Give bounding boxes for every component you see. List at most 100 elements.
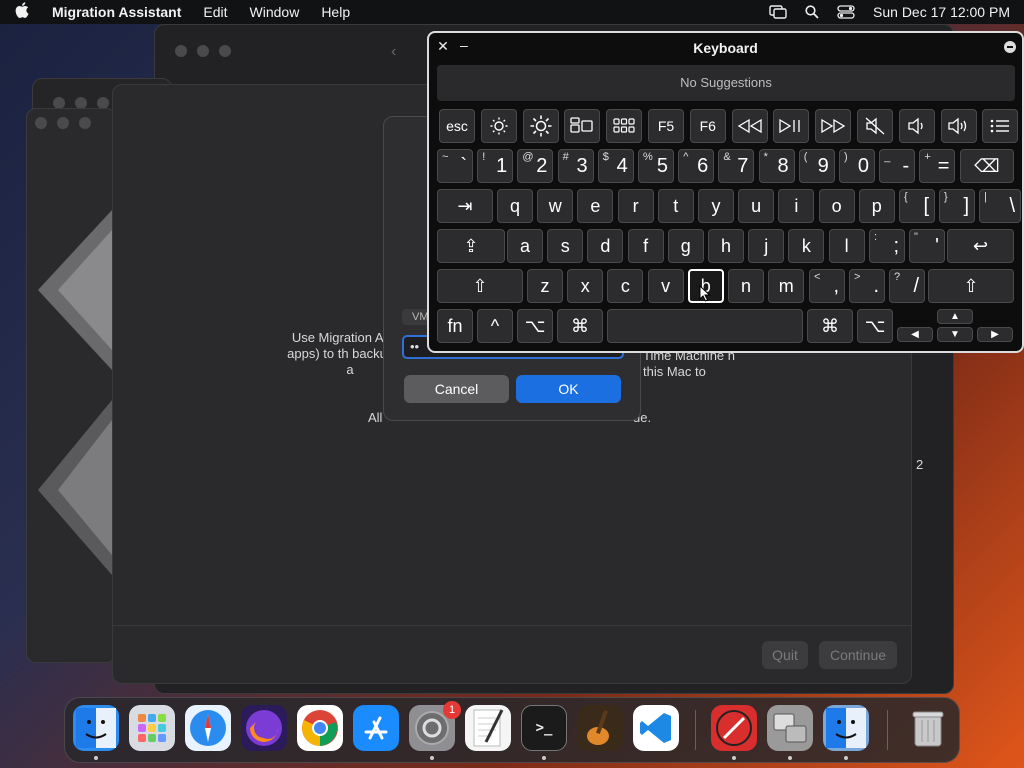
return-key[interactable]: ↩ xyxy=(947,229,1014,263)
brightness-up-key[interactable] xyxy=(522,109,559,143)
key-k[interactable]: k xyxy=(788,229,825,263)
key-c[interactable]: c xyxy=(607,269,644,303)
rewind-key[interactable] xyxy=(731,109,768,143)
option-key-left[interactable]: ⌥ xyxy=(517,309,553,343)
key-j[interactable]: j xyxy=(748,229,785,263)
caps-lock-key[interactable]: ⇪ xyxy=(437,229,505,263)
safari-dock-icon[interactable] xyxy=(185,705,231,751)
arrow-right-key[interactable]: ▶ xyxy=(977,327,1013,342)
mission-control-key[interactable] xyxy=(564,109,601,143)
key-z[interactable]: z xyxy=(527,269,563,303)
key-i[interactable]: i xyxy=(778,189,815,223)
key-8[interactable]: * 8 xyxy=(758,149,795,183)
key-n[interactable]: n xyxy=(728,269,764,303)
key-f[interactable]: f xyxy=(627,229,664,263)
key--[interactable]: _ - xyxy=(879,149,916,183)
fn-key[interactable]: fn xyxy=(437,309,473,343)
firefox-dock-icon[interactable] xyxy=(241,705,287,751)
key-0[interactable]: ) 0 xyxy=(839,149,875,183)
volume-down-key[interactable] xyxy=(898,109,935,143)
key-[[interactable]: {[ xyxy=(899,189,935,223)
app-name-menu[interactable]: Migration Assistant xyxy=(44,4,192,20)
textedit-dock-icon[interactable] xyxy=(465,705,511,751)
key-5[interactable]: % 5 xyxy=(638,149,674,183)
garageband-dock-icon[interactable] xyxy=(577,705,623,751)
brightness-down-key[interactable] xyxy=(480,109,517,143)
key-7[interactable]: & 7 xyxy=(718,149,755,183)
key-u[interactable]: u xyxy=(738,189,775,223)
key-o[interactable]: o xyxy=(818,189,855,223)
key-semicolon[interactable]: :; xyxy=(869,229,905,263)
key-f6[interactable]: F6 xyxy=(689,109,726,143)
vscode-dock-icon[interactable] xyxy=(633,705,679,751)
system-settings-dock-icon[interactable]: 1 xyxy=(409,701,461,751)
key-d[interactable]: d xyxy=(587,229,624,263)
key-s[interactable]: s xyxy=(547,229,584,263)
key-][interactable]: }] xyxy=(939,189,975,223)
key-backtick[interactable]: ~ ` xyxy=(437,149,473,183)
key-comma[interactable]: <, xyxy=(809,269,845,303)
control-center-icon[interactable] xyxy=(837,5,855,19)
arrow-up-key[interactable]: ▲ xyxy=(937,309,973,324)
key-backslash[interactable]: | \ xyxy=(979,189,1021,223)
key-esc[interactable]: esc xyxy=(439,109,475,143)
key-f5[interactable]: F5 xyxy=(648,109,684,143)
arrow-down-key[interactable]: ▼ xyxy=(937,327,973,342)
key-1[interactable]: ! 1 xyxy=(477,149,514,183)
finder-dock-icon[interactable] xyxy=(73,705,119,751)
volume-up-key[interactable] xyxy=(940,109,977,143)
key-3[interactable]: #3 xyxy=(557,149,594,183)
keyboard-titlebar[interactable]: ✕ – Keyboard xyxy=(429,33,1022,63)
app-store-dock-icon[interactable] xyxy=(353,705,399,751)
directory-utility-dock-icon[interactable] xyxy=(711,705,757,751)
cancel-button[interactable]: Cancel xyxy=(404,375,509,403)
key-l[interactable]: l xyxy=(828,229,865,263)
window-traffic-lights-3[interactable] xyxy=(35,117,91,129)
key-2[interactable]: @2 xyxy=(517,149,554,183)
menu-window[interactable]: Window xyxy=(239,4,311,20)
key-9[interactable]: (9 xyxy=(798,149,835,183)
key-e[interactable]: e xyxy=(577,189,614,223)
tab-key[interactable]: ⇥ xyxy=(437,189,493,223)
key-g[interactable]: g xyxy=(667,229,704,263)
mute-key[interactable] xyxy=(857,109,893,143)
key-t[interactable]: t xyxy=(657,189,694,223)
key-v[interactable]: v xyxy=(647,269,684,303)
options-icon[interactable] xyxy=(1004,41,1016,53)
launchpad-key[interactable] xyxy=(606,109,643,143)
key-w[interactable]: w xyxy=(537,189,574,223)
menu-help[interactable]: Help xyxy=(310,4,361,20)
space-key[interactable] xyxy=(607,309,803,343)
list-key[interactable] xyxy=(982,109,1019,143)
key-x[interactable]: x xyxy=(567,269,604,303)
key-6[interactable]: ^ 6 xyxy=(678,149,715,183)
delete-key[interactable]: ⌫ xyxy=(960,149,1014,183)
chrome-dock-icon[interactable] xyxy=(297,705,343,751)
menu-edit[interactable]: Edit xyxy=(192,4,238,20)
key-=[interactable]: + = xyxy=(919,149,956,183)
play-pause-key[interactable] xyxy=(773,109,810,143)
migration-assistant-dock-icon[interactable] xyxy=(767,705,813,751)
terminal-dock-icon[interactable]: >_ xyxy=(521,705,567,751)
key-slash[interactable]: ? / xyxy=(889,269,925,303)
trash-dock-icon[interactable] xyxy=(905,705,951,751)
key-y[interactable]: y xyxy=(698,189,734,223)
quit-button[interactable]: Quit xyxy=(762,641,808,669)
window-traffic-lights[interactable] xyxy=(175,45,231,57)
fast-forward-key[interactable] xyxy=(815,109,852,143)
key-r[interactable]: r xyxy=(617,189,654,223)
right-shift-key[interactable]: ⇧ xyxy=(928,269,1014,303)
finder-2-dock-icon[interactable] xyxy=(823,705,869,751)
continue-button[interactable]: Continue xyxy=(819,641,897,669)
back-chevron-icon[interactable]: ‹ xyxy=(391,43,396,61)
spotlight-search-icon[interactable] xyxy=(805,5,819,19)
key-quote[interactable]: " ' xyxy=(909,229,945,263)
arrow-left-key[interactable]: ◀ xyxy=(897,327,933,342)
key-h[interactable]: h xyxy=(708,229,744,263)
launchpad-dock-icon[interactable] xyxy=(129,705,175,751)
key-a[interactable]: a xyxy=(507,229,543,263)
ok-button[interactable]: OK xyxy=(516,375,621,403)
apple-menu-icon[interactable] xyxy=(0,1,44,23)
key-q[interactable]: q xyxy=(497,189,533,223)
key-m[interactable]: m xyxy=(768,269,805,303)
